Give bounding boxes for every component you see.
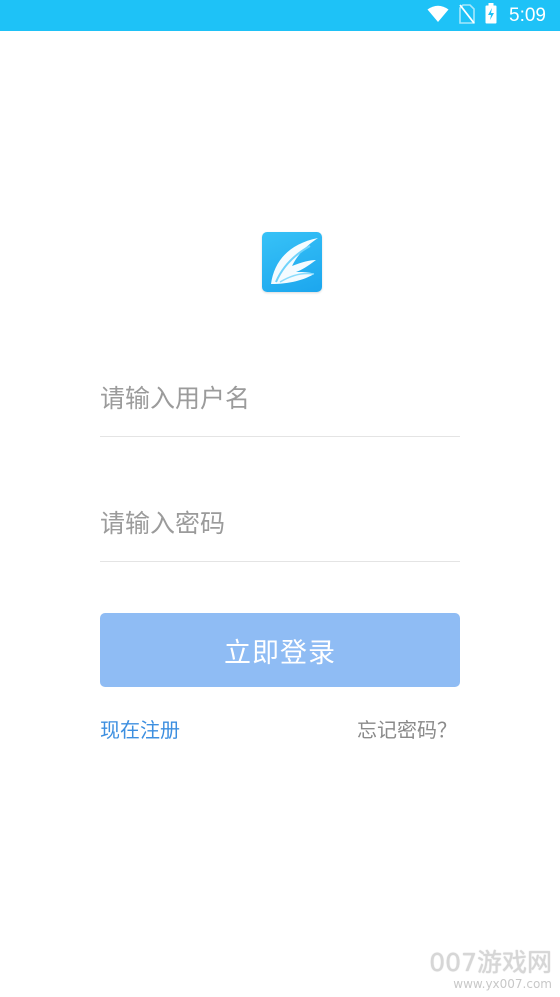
no-sim-icon <box>459 3 475 28</box>
wing-logo-icon <box>271 238 318 284</box>
watermark-url: www.yx007.com <box>453 977 552 991</box>
password-field <box>100 498 460 562</box>
login-button[interactable]: 立即登录 <box>100 613 460 687</box>
password-input[interactable] <box>100 503 460 543</box>
status-bar: 5:09 <box>0 0 560 31</box>
login-screen: 5:09 立即登录 现在注册 忘记密码？ 007游戏网 www.yx007.co… <box>0 0 560 997</box>
forgot-password-link[interactable]: 忘记密码？ <box>357 714 457 743</box>
clock: 5:09 <box>509 4 546 26</box>
register-link[interactable]: 现在注册 <box>100 714 180 743</box>
watermark-title: 007游戏网 <box>429 948 552 977</box>
app-logo <box>262 232 322 292</box>
battery-charging-icon <box>485 3 497 28</box>
username-field <box>100 373 460 437</box>
watermark: 007游戏网 www.yx007.com <box>429 948 552 992</box>
username-input[interactable] <box>100 378 460 418</box>
wifi-icon <box>427 5 449 27</box>
